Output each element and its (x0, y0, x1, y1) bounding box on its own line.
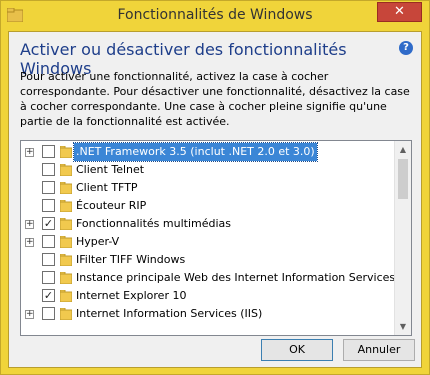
feature-checkbox[interactable]: ✓ (42, 289, 55, 302)
feature-label: Écouteur RIP (76, 199, 147, 212)
dialog-body: Activer ou désactiver des fonctionnalité… (8, 31, 422, 368)
feature-row[interactable]: Écouteur RIP (21, 197, 397, 215)
dialog-window: Fonctionnalités de Windows ✕ Activer ou … (0, 0, 430, 375)
feature-checkbox[interactable] (42, 163, 55, 176)
feature-label: IFilter TIFF Windows (76, 253, 186, 266)
features-tree[interactable]: + .NET Framework 3.5 (inclut .NET 2.0 et … (20, 140, 412, 336)
feature-label: Hyper-V (76, 235, 120, 248)
feature-label: .NET Framework 3.5 (inclut .NET 2.0 et 3… (73, 142, 318, 162)
feature-row[interactable]: + .NET Framework 3.5 (inclut .NET 2.0 et … (21, 142, 397, 162)
scrollbar-thumb[interactable] (398, 159, 408, 199)
feature-label: Client Telnet (76, 163, 145, 176)
feature-row[interactable]: Client TFTP (21, 179, 397, 197)
help-icon[interactable]: ? (399, 41, 413, 55)
ok-button[interactable]: OK (261, 339, 333, 361)
feature-checkbox[interactable] (42, 199, 55, 212)
feature-checkbox[interactable] (42, 253, 55, 266)
expand-icon[interactable]: + (25, 220, 34, 229)
feature-checkbox[interactable] (42, 235, 55, 248)
feature-checkbox[interactable]: ✓ (42, 217, 55, 230)
feature-label: Client TFTP (76, 181, 138, 194)
feature-label: Instance principale Web des Internet Inf… (76, 271, 412, 284)
dialog-description: Pour activer une fonctionnalité, activez… (20, 70, 410, 128)
folder-icon (60, 254, 72, 266)
feature-row[interactable]: + Hyper-V (21, 233, 397, 251)
folder-icon (60, 308, 72, 320)
folder-icon (60, 182, 72, 194)
cancel-button[interactable]: Annuler (343, 339, 415, 361)
feature-label: Internet Explorer 10 (76, 289, 187, 302)
title-bar[interactable]: Fonctionnalités de Windows ✕ (1, 1, 429, 31)
feature-checkbox[interactable] (42, 181, 55, 194)
folder-icon (60, 164, 72, 176)
feature-row[interactable]: + ✓ Fonctionnalités multimédias (21, 215, 397, 233)
feature-checkbox[interactable] (42, 307, 55, 320)
folder-icon (60, 218, 72, 230)
feature-label: Internet Information Services (IIS) (76, 307, 263, 320)
feature-row[interactable]: Client Telnet (21, 161, 397, 179)
expand-icon[interactable]: + (25, 148, 34, 157)
folder-icon (60, 236, 72, 248)
vertical-scrollbar[interactable]: ▲ ▼ (394, 141, 411, 335)
feature-row[interactable]: ✓ Internet Explorer 10 (21, 287, 397, 305)
feature-row[interactable]: + Internet Information Services (IIS) (21, 305, 397, 323)
folder-icon (60, 146, 72, 158)
folder-icon (60, 272, 72, 284)
feature-label: Fonctionnalités multimédias (76, 217, 231, 230)
scroll-up-icon[interactable]: ▲ (395, 141, 411, 158)
expand-icon[interactable]: + (25, 310, 34, 319)
window-title: Fonctionnalités de Windows (117, 7, 313, 23)
feature-row[interactable]: IFilter TIFF Windows (21, 251, 397, 269)
scroll-down-icon[interactable]: ▼ (395, 318, 411, 335)
close-button[interactable]: ✕ (377, 2, 422, 22)
expand-icon[interactable]: + (25, 238, 34, 247)
folder-icon (60, 200, 72, 212)
feature-checkbox[interactable] (42, 271, 55, 284)
feature-row[interactable]: Instance principale Web des Internet Inf… (21, 269, 411, 287)
folder-icon (60, 290, 72, 302)
feature-checkbox[interactable] (42, 145, 55, 158)
